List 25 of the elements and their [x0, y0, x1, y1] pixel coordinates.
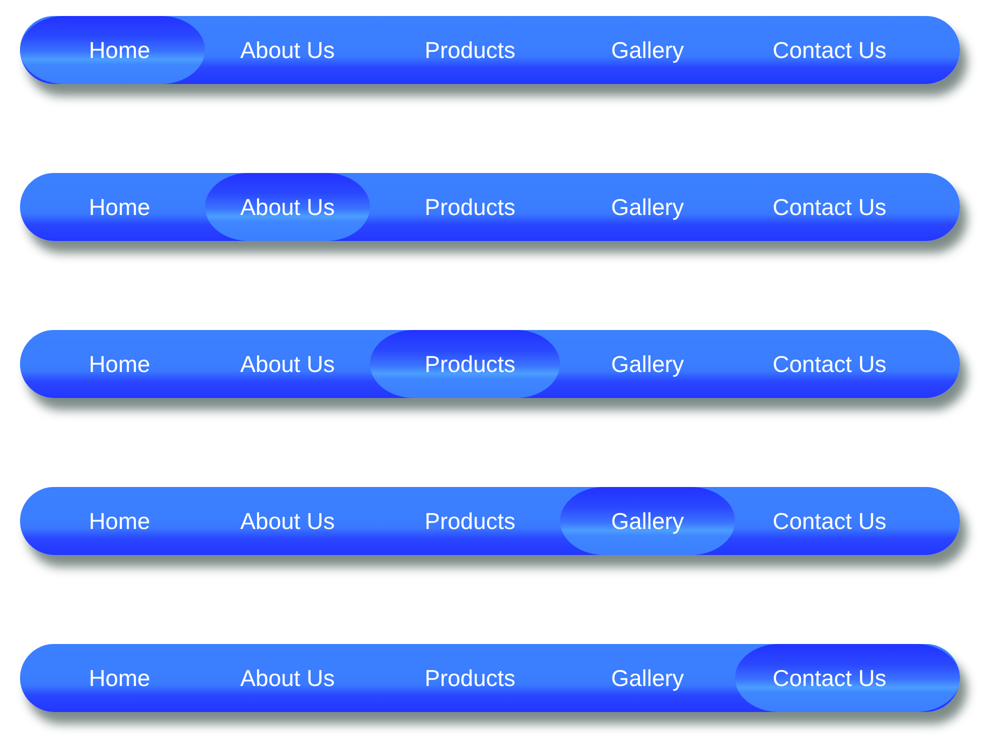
menu-item[interactable]: Gallery	[560, 16, 735, 84]
menu-item[interactable]: Products	[370, 330, 560, 398]
menu-item[interactable]: Products	[370, 16, 560, 84]
menu-item[interactable]: Contact Us	[735, 16, 960, 84]
menu-item[interactable]: Contact Us	[735, 487, 960, 555]
menu-item[interactable]: Gallery	[560, 173, 735, 241]
menu-item[interactable]: Gallery	[560, 330, 735, 398]
menu-item[interactable]: Home	[20, 644, 205, 712]
menu-item[interactable]: About Us	[205, 173, 370, 241]
menu-item[interactable]: About Us	[205, 16, 370, 84]
menu-item[interactable]: Home	[20, 487, 205, 555]
menu-item[interactable]: Contact Us	[735, 644, 960, 712]
menu-item[interactable]: Contact Us	[735, 173, 960, 241]
menu-item[interactable]: Products	[370, 487, 560, 555]
menu-item[interactable]: Gallery	[560, 644, 735, 712]
menu-item[interactable]: Gallery	[560, 487, 735, 555]
menu-item[interactable]: About Us	[205, 487, 370, 555]
menu-item[interactable]: Products	[370, 173, 560, 241]
menu-item[interactable]: Home	[20, 173, 205, 241]
menu-item[interactable]: Home	[20, 16, 205, 84]
menu-item[interactable]: Home	[20, 330, 205, 398]
menu-item[interactable]: About Us	[205, 330, 370, 398]
menu-item[interactable]: About Us	[205, 644, 370, 712]
menu-item[interactable]: Products	[370, 644, 560, 712]
menu-item[interactable]: Contact Us	[735, 330, 960, 398]
